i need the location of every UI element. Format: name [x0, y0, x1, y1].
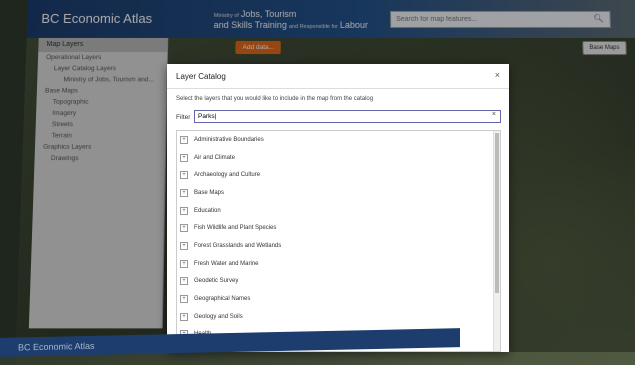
catalog-scrollbar[interactable]	[493, 131, 500, 351]
layer-catalog-dialog: Layer Catalog × Select the layers that y…	[167, 64, 509, 352]
expand-icon[interactable]: +	[180, 241, 188, 250]
catalog-item-label: Forest Grasslands and Wetlands	[194, 242, 282, 249]
catalog-item[interactable]: + Administrative Boundaries	[177, 131, 500, 149]
catalog-item-label: Geographical Names	[194, 296, 251, 303]
catalog-item-label: Archaeology and Culture	[194, 172, 261, 179]
expand-icon[interactable]: +	[180, 153, 188, 162]
catalog-item[interactable]: + Air and Climate	[177, 149, 500, 167]
catalog-item[interactable]: + Geology and Soils	[177, 308, 500, 326]
expand-icon[interactable]: +	[180, 224, 188, 233]
catalog-item[interactable]: + Fresh Water and Marine	[177, 255, 500, 273]
catalog-item-label: Fish Wildlife and Plant Species	[194, 225, 277, 232]
catalog-item-label: Education	[194, 207, 221, 214]
catalog-item[interactable]: + Education	[177, 202, 500, 220]
dialog-title: Layer Catalog	[176, 72, 226, 81]
catalog-item[interactable]: + Geodetic Survey	[177, 273, 500, 291]
catalog-item-label: Fresh Water and Marine	[194, 260, 259, 267]
background-window-title: BC Economic Atlas	[18, 340, 95, 353]
close-icon[interactable]: ×	[495, 70, 500, 80]
catalog-tree: + Administrative Boundaries + Air and Clim…	[176, 130, 501, 352]
expand-icon[interactable]: +	[180, 171, 188, 180]
catalog-item-label: Air and Climate	[194, 154, 236, 161]
dialog-description: Select the layers that you would like to…	[176, 96, 374, 102]
scrollbar-thumb[interactable]	[495, 133, 499, 293]
filter-field: ×	[194, 110, 501, 123]
expand-icon[interactable]: +	[180, 312, 188, 321]
divider	[167, 88, 509, 89]
catalog-item-label: Administrative Boundaries	[194, 136, 264, 143]
expand-icon[interactable]: +	[180, 135, 188, 144]
catalog-item[interactable]: + Archaeology and Culture	[177, 166, 500, 184]
catalog-item-label: Base Maps	[194, 189, 225, 196]
expand-icon[interactable]: +	[180, 295, 188, 304]
expand-icon[interactable]: +	[180, 206, 188, 215]
catalog-item[interactable]: + Geographical Names	[177, 290, 500, 308]
catalog-item[interactable]: + Base Maps	[177, 184, 500, 202]
expand-icon[interactable]: +	[180, 277, 188, 286]
catalog-item-label: Geology and Soils	[194, 313, 243, 320]
catalog-item[interactable]: + Forest Grasslands and Wetlands	[177, 237, 500, 255]
expand-icon[interactable]: +	[180, 188, 188, 197]
filter-input[interactable]	[195, 111, 491, 122]
clear-filter-icon[interactable]: ×	[492, 111, 496, 118]
filter-label: Filter	[176, 114, 191, 121]
catalog-item-label: Geodetic Survey	[194, 278, 239, 285]
expand-icon[interactable]: +	[180, 259, 188, 268]
catalog-item[interactable]: + Fish Wildlife and Plant Species	[177, 219, 500, 237]
